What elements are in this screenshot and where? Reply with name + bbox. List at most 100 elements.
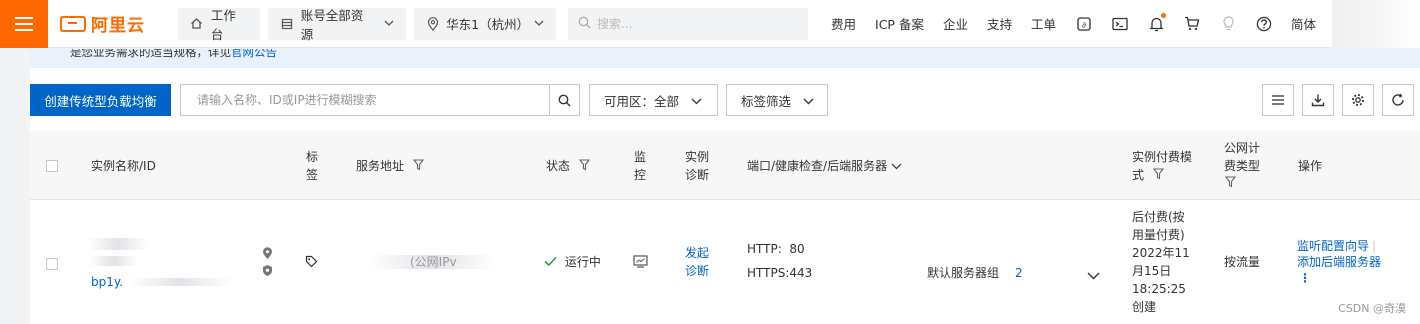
workbench-label: 工作台 bbox=[210, 7, 236, 42]
filter-icon[interactable] bbox=[1152, 167, 1164, 185]
menu-icon[interactable] bbox=[0, 0, 48, 48]
net-billing-type: 按流量 bbox=[1224, 255, 1261, 269]
bulb-icon[interactable] bbox=[1219, 15, 1237, 33]
th-address-label: 服务地址 bbox=[356, 159, 405, 173]
bell-icon[interactable] bbox=[1147, 12, 1166, 33]
watermark: CSDN @奇漠 bbox=[1338, 302, 1406, 315]
row-checkbox[interactable] bbox=[46, 258, 58, 270]
address-type: (公网IPv bbox=[410, 255, 457, 269]
help-icon[interactable] bbox=[1255, 15, 1273, 33]
th-billing-line1: 实例付费模 bbox=[1132, 150, 1193, 164]
th-actions: 操作 bbox=[1298, 159, 1323, 173]
notice-link[interactable]: 官网公告 bbox=[231, 49, 277, 59]
filter-icon[interactable] bbox=[578, 158, 590, 176]
th-monitor: 监 控 bbox=[634, 148, 646, 184]
th-net-billing: 公网计 费类型 bbox=[1224, 139, 1260, 193]
billing-info: 后付费(按 用量付费) 2022年11 月15日 18:25:25 创建 bbox=[1132, 208, 1190, 316]
diag-line1: 发起 bbox=[685, 246, 710, 260]
instance-id-link[interactable]: bp1y. bbox=[91, 273, 123, 291]
brand-logo[interactable]: 阿里云 bbox=[60, 11, 160, 36]
shield-icon[interactable] bbox=[262, 264, 273, 280]
cloud-shell-icon[interactable]: ∂ bbox=[1075, 15, 1093, 33]
location-pin-icon[interactable] bbox=[262, 247, 273, 263]
listener-https: HTTPS:443 bbox=[747, 266, 813, 280]
redacted-id-rest bbox=[128, 278, 233, 286]
server-count-link[interactable]: 2 bbox=[1015, 264, 1023, 282]
notice-banner: 是您业务需求的适当规格，详见官网公告 bbox=[30, 49, 1420, 68]
th-tag-line1: 标 bbox=[306, 150, 319, 164]
cart-icon[interactable] bbox=[1183, 15, 1201, 33]
region-dropdown[interactable]: 华东1（杭州） bbox=[414, 7, 556, 40]
refresh-icon[interactable] bbox=[1382, 84, 1414, 116]
table-header: 实例名称/ID 标 签 服务地址 状态 监 控 实例 诊断 端口/健康检查/后端… bbox=[30, 131, 1420, 200]
create-slb-button[interactable]: 创建传统型负载均衡 bbox=[30, 84, 171, 116]
th-diagnosis: 实例 诊断 bbox=[685, 148, 709, 184]
start-diagnosis-link[interactable]: 发起 诊断 bbox=[685, 244, 709, 280]
listener-wizard-link[interactable]: 监听配置向导 bbox=[1297, 239, 1369, 253]
billing-line5: 18:25:25 bbox=[1132, 282, 1186, 296]
th-status[interactable]: 状态 bbox=[546, 157, 590, 176]
location-icon bbox=[426, 16, 439, 31]
region-label: 华东1（杭州） bbox=[446, 17, 530, 32]
monitor-icon[interactable] bbox=[633, 255, 648, 271]
billing-line2: 用量付费) bbox=[1132, 228, 1185, 242]
billing-line1: 后付费(按 bbox=[1132, 210, 1185, 224]
expand-chevron-icon[interactable] bbox=[1087, 269, 1100, 283]
link-ticket[interactable]: 工单 bbox=[1031, 14, 1056, 33]
filter-icon[interactable] bbox=[1224, 175, 1260, 193]
aliyun-logo-icon bbox=[60, 15, 86, 32]
th-name: 实例名称/ID bbox=[91, 159, 156, 173]
resources-dropdown[interactable]: 账号全部资源 bbox=[268, 7, 406, 42]
th-ports[interactable]: 端口/健康检查/后端服务器 bbox=[747, 157, 902, 175]
add-backend-server-link[interactable]: 添加后端服务器 bbox=[1297, 254, 1381, 270]
redacted-name bbox=[88, 238, 148, 250]
table-toolbar: 创建传统型负载均衡 可用区： 全部 标签筛选 bbox=[30, 84, 1420, 116]
status-text: 运行中 bbox=[564, 255, 601, 269]
listener-http: HTTP: 80 bbox=[747, 242, 805, 256]
link-support[interactable]: 支持 bbox=[987, 14, 1012, 33]
billing-line3: 2022年11 bbox=[1132, 246, 1190, 260]
diag-line2: 诊断 bbox=[685, 264, 710, 278]
instance-search-input[interactable] bbox=[181, 85, 549, 115]
select-all-checkbox[interactable] bbox=[46, 160, 58, 172]
zone-select[interactable]: 可用区： 全部 bbox=[589, 84, 718, 116]
filter-icon[interactable] bbox=[412, 158, 424, 176]
th-tag-line2: 签 bbox=[306, 168, 319, 182]
search-button[interactable] bbox=[549, 85, 579, 115]
download-icon[interactable] bbox=[1302, 84, 1334, 116]
tag-filter-select[interactable]: 标签筛选 bbox=[726, 84, 828, 116]
tag-filter-label: 标签筛选 bbox=[741, 93, 792, 109]
link-billing[interactable]: 费用 bbox=[831, 14, 856, 33]
more-actions-icon[interactable]: ⋮ bbox=[1297, 270, 1381, 286]
chevron-down-icon bbox=[803, 93, 814, 108]
action-divider: | bbox=[1372, 239, 1377, 253]
table-row: bp1y. (公网IPv 运行中 发起 诊断 HTTP: 80 HTTPS:44… bbox=[30, 200, 1420, 324]
global-search[interactable] bbox=[568, 7, 808, 40]
chevron-down-icon bbox=[384, 18, 394, 29]
th-billing-line2: 式 bbox=[1132, 166, 1192, 185]
tag-icon[interactable] bbox=[305, 255, 318, 271]
terminal-icon[interactable] bbox=[1111, 15, 1129, 33]
th-address[interactable]: 服务地址 bbox=[356, 157, 424, 176]
language-switch[interactable]: 简体 bbox=[1291, 14, 1316, 33]
settings-gear-icon[interactable] bbox=[1342, 84, 1374, 116]
th-diag-line2: 诊断 bbox=[685, 168, 710, 182]
link-icp[interactable]: ICP 备案 bbox=[875, 14, 924, 33]
topbar-right-links: 费用 ICP 备案 企业 支持 工单 ∂ 简体 bbox=[831, 0, 1335, 48]
workbench-button[interactable]: 工作台 bbox=[178, 7, 260, 42]
instance-id-prefix: bp1y. bbox=[91, 275, 124, 289]
account-avatar[interactable] bbox=[1332, 0, 1420, 48]
global-search-input[interactable] bbox=[597, 16, 787, 31]
brand-name: 阿里云 bbox=[91, 16, 145, 36]
resources-label: 账号全部资源 bbox=[300, 7, 364, 42]
list-view-icon[interactable] bbox=[1262, 84, 1294, 116]
chevron-down-icon bbox=[691, 93, 702, 108]
th-net-line2: 费类型 bbox=[1224, 159, 1261, 173]
notice-text: 是您业务需求的适当规格，详见 bbox=[70, 49, 231, 59]
top-navbar: 阿里云 工作台 账号全部资源 华东1（杭州） 费用 ICP 备案 企业 bbox=[0, 0, 1420, 48]
th-status-label: 状态 bbox=[546, 159, 571, 173]
th-monitor-line2: 控 bbox=[634, 168, 647, 182]
zone-label: 可用区： bbox=[604, 93, 655, 109]
chevron-down-icon[interactable] bbox=[891, 159, 902, 173]
link-enterprise[interactable]: 企业 bbox=[943, 14, 968, 33]
